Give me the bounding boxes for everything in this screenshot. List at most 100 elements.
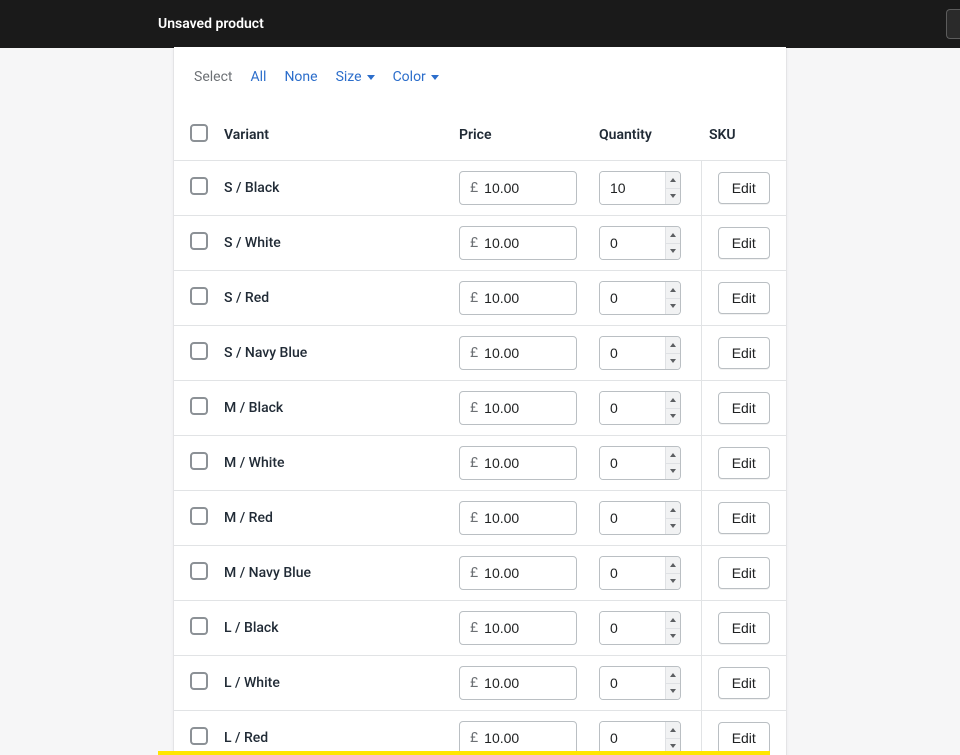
- price-input[interactable]: [484, 455, 566, 471]
- quantity-field[interactable]: [599, 281, 681, 315]
- quantity-input[interactable]: [600, 557, 665, 589]
- row-checkbox[interactable]: [190, 672, 208, 690]
- edit-button[interactable]: Edit: [718, 282, 770, 314]
- edit-button[interactable]: Edit: [718, 612, 770, 644]
- price-input[interactable]: [484, 400, 566, 416]
- row-checkbox[interactable]: [190, 562, 208, 580]
- price-field[interactable]: £: [459, 226, 577, 260]
- qty-increment[interactable]: [666, 172, 680, 188]
- price-field[interactable]: £: [459, 721, 577, 755]
- edit-button[interactable]: Edit: [718, 502, 770, 534]
- select-label: Select: [194, 69, 232, 85]
- select-size-dropdown[interactable]: Size: [336, 69, 375, 85]
- quantity-input[interactable]: [600, 667, 665, 699]
- quantity-input[interactable]: [600, 502, 665, 534]
- price-field[interactable]: £: [459, 666, 577, 700]
- edit-button[interactable]: Edit: [718, 447, 770, 479]
- price-field[interactable]: £: [459, 281, 577, 315]
- qty-increment[interactable]: [666, 722, 680, 738]
- price-input[interactable]: [484, 180, 566, 196]
- price-input[interactable]: [484, 510, 566, 526]
- quantity-field[interactable]: [599, 391, 681, 425]
- edit-button[interactable]: Edit: [718, 172, 770, 204]
- price-field[interactable]: £: [459, 611, 577, 645]
- quantity-field[interactable]: [599, 611, 681, 645]
- row-checkbox[interactable]: [190, 727, 208, 745]
- qty-decrement[interactable]: [666, 573, 680, 590]
- qty-increment[interactable]: [666, 447, 680, 463]
- quantity-input[interactable]: [600, 227, 665, 259]
- quantity-input[interactable]: [600, 172, 665, 204]
- currency-symbol: £: [470, 400, 478, 416]
- qty-increment[interactable]: [666, 557, 680, 573]
- price-input[interactable]: [484, 290, 566, 306]
- price-field[interactable]: £: [459, 446, 577, 480]
- price-input[interactable]: [484, 345, 566, 361]
- row-checkbox[interactable]: [190, 232, 208, 250]
- qty-increment[interactable]: [666, 667, 680, 683]
- chevron-up-icon: [670, 728, 676, 732]
- price-input[interactable]: [484, 235, 566, 251]
- price-input[interactable]: [484, 620, 566, 636]
- select-color-dropdown[interactable]: Color: [393, 69, 439, 85]
- price-input[interactable]: [484, 675, 566, 691]
- quantity-field[interactable]: [599, 226, 681, 260]
- quantity-field[interactable]: [599, 556, 681, 590]
- select-all-link[interactable]: All: [250, 69, 266, 85]
- price-input[interactable]: [484, 565, 566, 581]
- edit-button[interactable]: Edit: [718, 722, 770, 754]
- row-checkbox[interactable]: [190, 507, 208, 525]
- quantity-input[interactable]: [600, 392, 665, 424]
- select-all-checkbox[interactable]: [190, 124, 208, 142]
- row-checkbox[interactable]: [190, 397, 208, 415]
- qty-decrement[interactable]: [666, 463, 680, 480]
- quantity-field[interactable]: [599, 721, 681, 755]
- quantity-field[interactable]: [599, 446, 681, 480]
- qty-decrement[interactable]: [666, 188, 680, 205]
- qty-increment[interactable]: [666, 227, 680, 243]
- quantity-input[interactable]: [600, 337, 665, 369]
- select-none-link[interactable]: None: [284, 69, 317, 85]
- edit-button[interactable]: Edit: [718, 227, 770, 259]
- qty-decrement[interactable]: [666, 408, 680, 425]
- price-input[interactable]: [484, 730, 566, 746]
- row-checkbox[interactable]: [190, 617, 208, 635]
- edit-button[interactable]: Edit: [718, 667, 770, 699]
- quantity-field[interactable]: [599, 501, 681, 535]
- edit-button[interactable]: Edit: [718, 557, 770, 589]
- qty-decrement[interactable]: [666, 518, 680, 535]
- qty-decrement[interactable]: [666, 298, 680, 315]
- quantity-input[interactable]: [600, 722, 665, 754]
- qty-decrement[interactable]: [666, 683, 680, 700]
- price-field[interactable]: £: [459, 171, 577, 205]
- quantity-input[interactable]: [600, 282, 665, 314]
- qty-decrement[interactable]: [666, 353, 680, 370]
- row-checkbox[interactable]: [190, 452, 208, 470]
- edit-button[interactable]: Edit: [718, 392, 770, 424]
- topbar-action-cutoff[interactable]: [946, 9, 960, 39]
- quantity-field[interactable]: [599, 336, 681, 370]
- qty-increment[interactable]: [666, 392, 680, 408]
- row-checkbox[interactable]: [190, 342, 208, 360]
- quantity-field[interactable]: [599, 666, 681, 700]
- qty-decrement[interactable]: [666, 628, 680, 645]
- chevron-up-icon: [670, 563, 676, 567]
- qty-increment[interactable]: [666, 612, 680, 628]
- row-checkbox[interactable]: [190, 287, 208, 305]
- price-field[interactable]: £: [459, 336, 577, 370]
- chevron-up-icon: [670, 398, 676, 402]
- chevron-up-icon: [670, 288, 676, 292]
- qty-increment[interactable]: [666, 337, 680, 353]
- edit-button[interactable]: Edit: [718, 337, 770, 369]
- price-field[interactable]: £: [459, 501, 577, 535]
- quantity-input[interactable]: [600, 612, 665, 644]
- price-field[interactable]: £: [459, 391, 577, 425]
- quantity-input[interactable]: [600, 447, 665, 479]
- qty-increment[interactable]: [666, 282, 680, 298]
- quantity-field[interactable]: [599, 171, 681, 205]
- col-header-sku: SKU: [701, 110, 786, 161]
- qty-increment[interactable]: [666, 502, 680, 518]
- row-checkbox[interactable]: [190, 177, 208, 195]
- price-field[interactable]: £: [459, 556, 577, 590]
- qty-decrement[interactable]: [666, 243, 680, 260]
